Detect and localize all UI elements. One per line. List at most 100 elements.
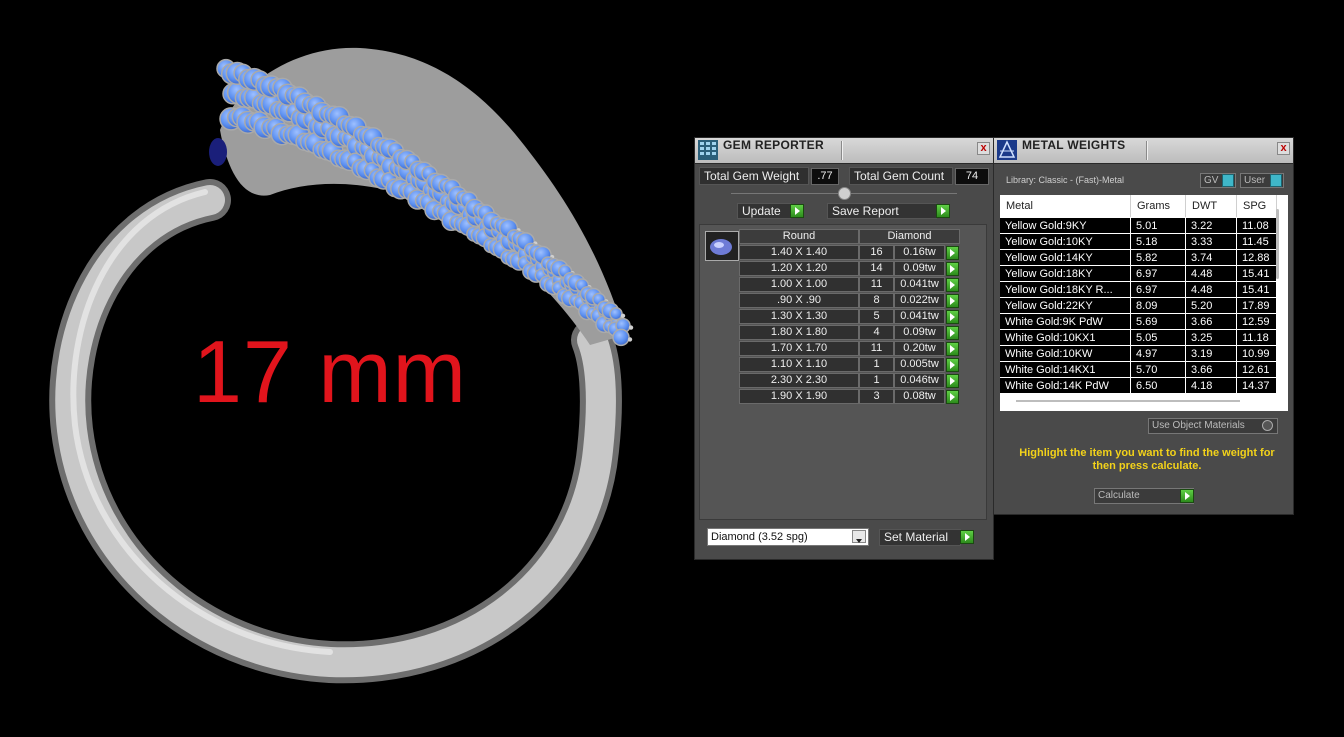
metal-spg-cell: 15.41 [1237,282,1277,298]
gem-row-select-icon[interactable] [946,374,959,388]
gem-row-select-icon[interactable] [946,310,959,324]
metal-grams-cell: 4.97 [1131,346,1186,362]
save-report-button[interactable]: Save Report [827,203,937,219]
set-material-go-icon[interactable] [960,530,974,544]
update-button[interactable]: Update [737,203,791,219]
gem-count-cell: 8 [859,293,894,308]
calculate-go-icon[interactable] [1180,489,1194,503]
user-toggle-icon[interactable] [1270,174,1282,187]
metal-spg-cell: 12.61 [1237,362,1277,378]
metal-weights-close-button[interactable]: x [1277,142,1290,155]
gem-size-cell: 1.00 X 1.00 [739,277,859,292]
metal-grams-cell: 5.01 [1131,218,1186,234]
metal-grams-cell: 5.18 [1131,234,1186,250]
gem-size-cell: 1.10 X 1.10 [739,357,859,372]
metal-grams-cell: 8.09 [1131,298,1186,314]
gem-row-select-icon[interactable] [946,358,959,372]
metal-row[interactable]: White Gold:14KX1 5.70 3.66 12.61 [1000,362,1277,378]
gem-size-cell: 1.90 X 1.90 [739,389,859,404]
gem-size-cell: 1.30 X 1.30 [739,309,859,324]
gem-size-cell: 1.20 X 1.20 [739,261,859,276]
calculate-button[interactable]: Calculate [1094,488,1194,504]
library-label: Library: Classic - (Fast)-Metal [1006,175,1125,185]
gem-row-select-icon[interactable] [946,262,959,276]
gem-weight-cell: 0.041tw [894,309,945,324]
metal-dwt-cell: 3.19 [1186,346,1237,362]
metal-column-header[interactable]: Grams [1131,195,1186,217]
gem-count-cell: 3 [859,389,894,404]
gem-row-select-icon[interactable] [946,278,959,292]
metal-row[interactable]: White Gold:10KX1 5.05 3.25 11.18 [1000,330,1277,346]
metal-spg-cell: 10.99 [1237,346,1277,362]
use-object-materials-field[interactable]: Use Object Materials [1148,418,1278,434]
metal-dwt-cell: 3.74 [1186,250,1237,266]
gem-size-cell: 1.70 X 1.70 [739,341,859,356]
gem-count-cell: 14 [859,261,894,276]
gem-count-cell: 1 [859,373,894,388]
metal-dwt-cell: 4.48 [1186,266,1237,282]
metal-dwt-cell: 4.48 [1186,282,1237,298]
metal-row[interactable]: Yellow Gold:9KY 5.01 3.22 11.08 [1000,218,1277,234]
update-go-icon[interactable] [790,204,804,218]
metal-metal-cell: Yellow Gold:22KY [1000,298,1131,314]
gem-size-cell: 1.40 X 1.40 [739,245,859,260]
metal-row[interactable]: Yellow Gold:22KY 8.09 5.20 17.89 [1000,298,1277,314]
gem-count-cell: 5 [859,309,894,324]
gem-weight-cell: 0.005tw [894,357,945,372]
metal-grams-cell: 6.50 [1131,378,1186,394]
metal-spg-cell: 11.18 [1237,330,1277,346]
metal-spg-cell: 15.41 [1237,266,1277,282]
gem-row-select-icon[interactable] [946,246,959,260]
gem-reporter-title: GEM REPORTER [723,138,824,152]
gem-shape-icon[interactable] [705,231,739,261]
material-select[interactable]: Diamond (3.52 spg) [707,528,869,546]
material-select-chevron-icon[interactable] [852,530,866,543]
metal-metal-cell: Yellow Gold:18KY [1000,266,1131,282]
metal-table-vertical-scrollbar[interactable] [1276,209,1279,279]
metal-column-header[interactable]: Metal [1000,195,1131,217]
metal-dwt-cell: 3.33 [1186,234,1237,250]
metal-row[interactable]: White Gold:10KW 4.97 3.19 10.99 [1000,346,1277,362]
metal-row[interactable]: White Gold:9K PdW 5.69 3.66 12.59 [1000,314,1277,330]
metal-metal-cell: Yellow Gold:18KY R... [1000,282,1131,298]
metal-table-horizontal-scrollbar[interactable] [1016,400,1240,402]
gem-row-select-icon[interactable] [946,326,959,340]
metal-grams-cell: 5.69 [1131,314,1186,330]
metal-metal-cell: White Gold:10KX1 [1000,330,1131,346]
metal-column-header[interactable]: DWT [1186,195,1237,217]
splitter-handle[interactable] [838,187,851,200]
gem-row-select-icon[interactable] [946,294,959,308]
gem-reporter-titlebar[interactable]: GEM REPORTER x [695,138,993,164]
metal-row[interactable]: Yellow Gold:14KY 5.82 3.74 12.88 [1000,250,1277,266]
save-report-go-icon[interactable] [936,204,950,218]
total-gem-weight-value: .77 [811,168,839,185]
metal-metal-cell: White Gold:9K PdW [1000,314,1131,330]
gv-toggle-icon[interactable] [1222,174,1234,187]
metal-spg-cell: 14.37 [1237,378,1277,394]
gem-row-select-icon[interactable] [946,390,959,404]
gem-reporter-close-button[interactable]: x [977,142,990,155]
metal-column-header[interactable]: SPG [1237,195,1277,217]
use-object-materials-radio-icon[interactable] [1262,420,1273,431]
metal-weights-title: METAL WEIGHTS [1022,138,1126,152]
set-material-button[interactable]: Set Material [879,529,961,546]
metal-row[interactable]: Yellow Gold:18KY 6.97 4.48 15.41 [1000,266,1277,282]
metal-spg-cell: 12.88 [1237,250,1277,266]
total-gem-weight-label: Total Gem Weight [699,167,809,185]
metal-weights-titlebar[interactable]: METAL WEIGHTS x [994,138,1293,164]
gem-row-select-icon[interactable] [946,342,959,356]
gem-weight-cell: 0.09tw [894,261,945,276]
metal-row[interactable]: White Gold:14K PdW 6.50 4.18 14.37 [1000,378,1277,394]
gem-size-cell: 1.80 X 1.80 [739,325,859,340]
gem-weight-cell: 0.08tw [894,389,945,404]
metal-metal-cell: Yellow Gold:14KY [1000,250,1131,266]
metal-spg-cell: 12.59 [1237,314,1277,330]
gem-shape-header: Round [739,229,859,244]
metal-weights-icon [996,139,1018,161]
metal-metal-cell: Yellow Gold:10KY [1000,234,1131,250]
metal-row[interactable]: Yellow Gold:10KY 5.18 3.33 11.45 [1000,234,1277,250]
total-gem-count-value: 74 [955,168,989,185]
metal-grams-cell: 6.97 [1131,282,1186,298]
metal-row[interactable]: Yellow Gold:18KY R... 6.97 4.48 15.41 [1000,282,1277,298]
metal-dwt-cell: 3.25 [1186,330,1237,346]
